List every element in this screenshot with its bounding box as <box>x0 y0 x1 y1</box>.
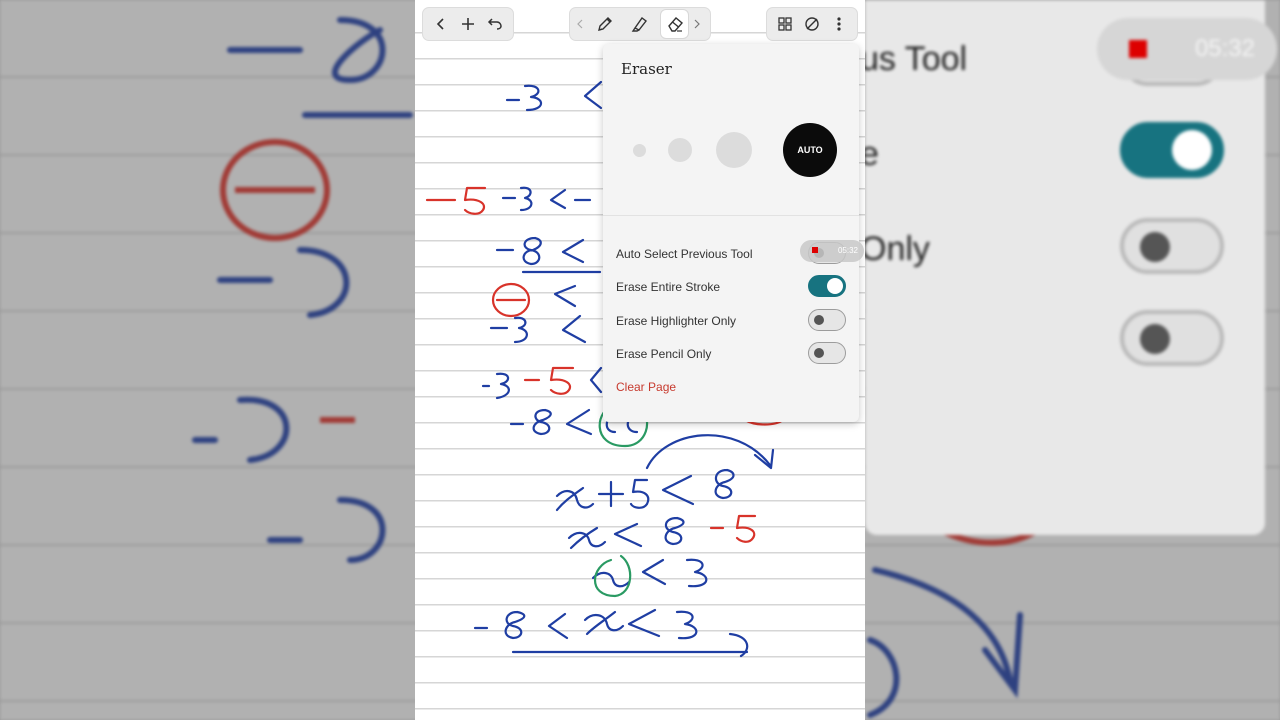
eraser-icon <box>667 17 683 32</box>
highlighter-icon <box>631 17 647 32</box>
background-toggle <box>1120 122 1224 178</box>
pen-tool-button[interactable] <box>591 10 618 38</box>
pen-icon <box>597 17 612 31</box>
undo-icon <box>487 18 502 30</box>
eraser-size-small-option[interactable] <box>633 144 646 157</box>
pages-grid-button[interactable] <box>771 10 798 38</box>
background-recording-time: 05:32 <box>1194 35 1255 62</box>
option-label: Erase Pencil Only <box>616 347 712 361</box>
panel-divider <box>603 215 859 216</box>
grid-icon <box>777 17 792 31</box>
circle-slash-icon <box>804 17 819 31</box>
back-button[interactable] <box>427 10 454 38</box>
chevron-right-icon <box>694 19 700 29</box>
erase-entire-stroke-toggle[interactable] <box>808 275 846 297</box>
add-button[interactable] <box>454 10 481 38</box>
plus-icon <box>461 18 474 30</box>
tools-scroll-left-button[interactable] <box>573 10 587 38</box>
highlighter-tool-button[interactable] <box>626 10 653 38</box>
undo-button[interactable] <box>481 10 508 38</box>
background-toggle <box>1120 310 1224 366</box>
more-button[interactable] <box>825 10 852 38</box>
background-toggle <box>1120 218 1224 274</box>
panel-title: Eraser <box>621 60 672 78</box>
record-icon <box>1129 40 1147 58</box>
toolbar-tools-group <box>569 7 711 41</box>
more-vertical-icon <box>836 17 841 31</box>
option-label: Auto Select Previous Tool <box>616 247 753 261</box>
record-icon <box>812 247 818 253</box>
eraser-tool-button[interactable] <box>661 10 688 38</box>
background-text: us Tool <box>860 40 968 78</box>
eraser-size-medium-option[interactable] <box>668 138 692 162</box>
toolbar-right-group <box>766 7 858 41</box>
background-text: Only <box>860 230 930 268</box>
erase-highlighter-only-toggle[interactable] <box>808 309 846 331</box>
option-label: Erase Highlighter Only <box>616 314 737 328</box>
recording-badge[interactable]: 05:32 <box>800 240 864 262</box>
option-label: Erase Entire Stroke <box>616 280 721 294</box>
toolbar-left-group <box>422 7 514 41</box>
background-recording-badge: 05:32 <box>1097 18 1277 80</box>
clear-page-button[interactable]: Clear Page <box>616 380 676 394</box>
erase-pencil-only-toggle[interactable] <box>808 342 846 364</box>
chevron-left-icon <box>577 19 583 29</box>
no-background-button[interactable] <box>798 10 825 38</box>
chevron-left-icon <box>436 18 444 30</box>
eraser-settings-panel: Eraser AUTO Auto Select Previous Tool Er… <box>603 44 859 422</box>
recording-time: 05:32 <box>837 246 858 255</box>
eraser-size-large-option[interactable] <box>716 132 752 168</box>
eraser-size-auto-button[interactable]: AUTO <box>783 123 837 177</box>
tools-scroll-right-button[interactable] <box>690 10 704 38</box>
